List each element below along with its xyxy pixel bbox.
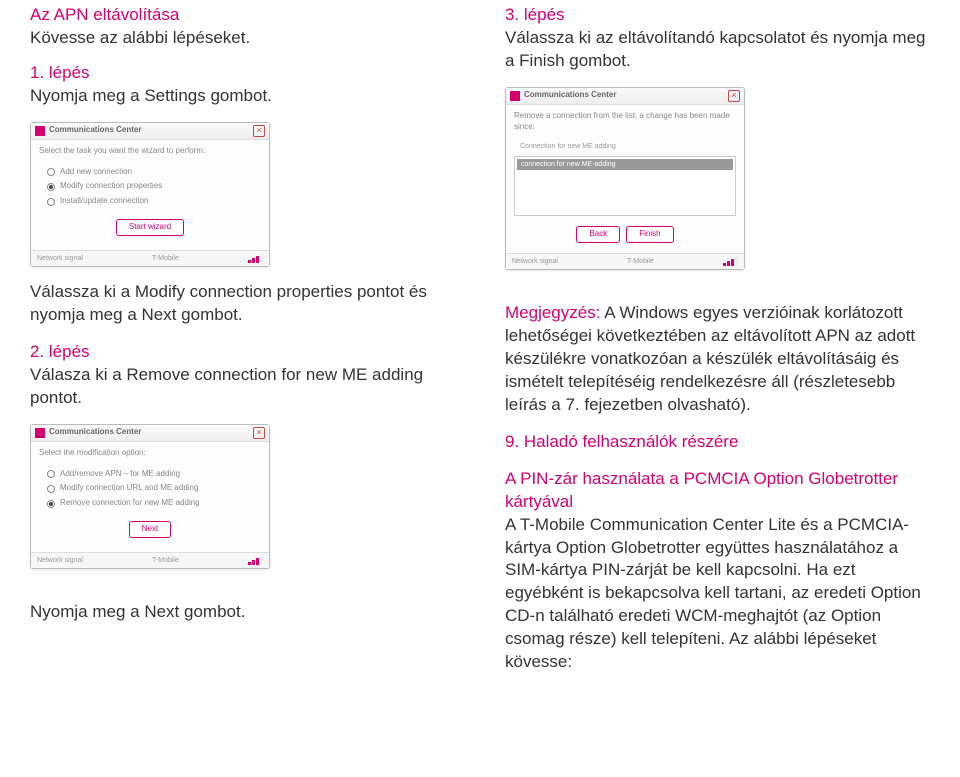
pin-lock-block: A PIN-zár használata a PCMCIA Option Glo… xyxy=(505,468,930,674)
close-icon[interactable]: × xyxy=(253,427,265,439)
radio-icon xyxy=(47,500,55,508)
status-signal-label: Network signal xyxy=(37,254,83,263)
dialog-question: Select the modification option: xyxy=(39,448,261,459)
dialog-statusbar: Network signal T-Mobile xyxy=(31,552,269,568)
list-label: Connection for new ME adding xyxy=(514,142,736,151)
step-1: 1. lépés Nyomja meg a Settings gombot. xyxy=(30,62,455,108)
option-remove-connection[interactable]: Remove connection for new ME adding xyxy=(47,498,261,509)
dialog-title-text: Communications Center xyxy=(49,427,253,438)
option-label: Modify connection URL and ME adding xyxy=(60,483,198,494)
signal-icon xyxy=(248,556,263,565)
dialog-body: Select the modification option: Add/remo… xyxy=(31,442,269,552)
signal-icon xyxy=(723,257,738,266)
status-network: T-Mobile xyxy=(152,556,179,565)
option-label: Install/update connection xyxy=(60,196,149,207)
option-label: Add new connection xyxy=(60,167,132,178)
option-add-new[interactable]: Add new connection xyxy=(47,167,261,178)
dialog-titlebar: Communications Center × xyxy=(506,88,744,105)
section-9-heading: 9. Haladó felhasználók részére xyxy=(505,431,930,454)
dialog-titlebar: Communications Center × xyxy=(31,425,269,442)
radio-icon xyxy=(47,470,55,478)
radio-icon xyxy=(47,183,55,191)
step-3-text: Válassza ki az eltávolítandó kapcsolatot… xyxy=(505,27,930,73)
dialog-body: Remove a connection from the list, a cha… xyxy=(506,105,744,253)
dialog-options: Add new connection Modify connection pro… xyxy=(39,167,261,207)
option-install[interactable]: Install/update connection xyxy=(47,196,261,207)
dialog-title-text: Communications Center xyxy=(524,90,728,101)
step-2: 2. lépés Válasza ki a Remove connection … xyxy=(30,341,455,410)
signal-icon xyxy=(248,254,263,263)
list-item[interactable]: connection for new ME-adding xyxy=(517,159,733,170)
next-button[interactable]: Next xyxy=(129,521,171,538)
dialog-options: Add/remove APN – for ME adding Modify co… xyxy=(39,469,261,509)
dialog-titlebar: Communications Center × xyxy=(31,123,269,140)
radio-icon xyxy=(47,168,55,176)
press-next-text: Nyomja meg a Next gombot. xyxy=(30,601,455,624)
finish-button[interactable]: Finish xyxy=(626,226,673,243)
step-2-label: 2. lépés xyxy=(30,341,455,364)
follow-steps-text: Kövesse az alábbi lépéseket. xyxy=(30,27,455,50)
radio-icon xyxy=(47,198,55,206)
option-label: Add/remove APN – for ME adding xyxy=(60,469,180,480)
dialog-title-text: Communications Center xyxy=(49,125,253,136)
option-label: Remove connection for new ME adding xyxy=(60,498,200,509)
modify-connection-para: Válassza ki a Modify connection properti… xyxy=(30,281,455,327)
dialog-question: Select the task you want the wizard to p… xyxy=(39,146,261,157)
step-1-label: 1. lépés xyxy=(30,62,455,85)
step-3: 3. lépés Válassza ki az eltávolítandó ka… xyxy=(505,4,930,73)
note-lead: Megjegyzés: xyxy=(505,303,600,322)
step-3-label: 3. lépés xyxy=(505,4,930,27)
intro-block: Az APN eltávolítása Kövesse az alábbi lé… xyxy=(30,4,455,50)
t-logo-icon xyxy=(35,428,45,438)
option-modify-url[interactable]: Modify connection URL and ME adding xyxy=(47,483,261,494)
step-1-text: Nyomja meg a Settings gombot. xyxy=(30,85,455,108)
remove-apn-heading: Az APN eltávolítása xyxy=(30,4,455,27)
option-modify[interactable]: Modify connection properties xyxy=(47,181,261,192)
t-logo-icon xyxy=(510,91,520,101)
status-network: T-Mobile xyxy=(152,254,179,263)
status-signal-label: Network signal xyxy=(512,257,558,266)
t-logo-icon xyxy=(35,126,45,136)
option-add-remove-apn[interactable]: Add/remove APN – for ME adding xyxy=(47,469,261,480)
pin-lock-heading: A PIN-zár használata a PCMCIA Option Glo… xyxy=(505,468,930,514)
close-icon[interactable]: × xyxy=(728,90,740,102)
step-2-text: Válasza ki a Remove connection for new M… xyxy=(30,364,455,410)
right-column: 3. lépés Válassza ki az eltávolítandó ka… xyxy=(505,4,930,767)
note-paragraph: Megjegyzés: A Windows egyes verzióinak k… xyxy=(505,302,930,417)
start-wizard-button[interactable]: Start wizard xyxy=(116,219,184,236)
status-signal-label: Network signal xyxy=(37,556,83,565)
option-label: Modify connection properties xyxy=(60,181,162,192)
dialog-statusbar: Network signal T-Mobile xyxy=(506,253,744,269)
dialog-statusbar: Network signal T-Mobile xyxy=(31,250,269,266)
pin-lock-body: A T-Mobile Communication Center Lite és … xyxy=(505,514,930,675)
dialog-body: Select the task you want the wizard to p… xyxy=(31,140,269,250)
dialog-settings-wizard: Communications Center × Select the task … xyxy=(30,122,270,267)
status-network: T-Mobile xyxy=(627,257,654,266)
left-column: Az APN eltávolítása Kövesse az alábbi lé… xyxy=(30,4,455,767)
dialog-question: Remove a connection from the list, a cha… xyxy=(514,111,736,133)
close-icon[interactable]: × xyxy=(253,125,265,137)
dialog-modify-options: Communications Center × Select the modif… xyxy=(30,424,270,569)
radio-icon xyxy=(47,485,55,493)
dialog-remove-connection: Communications Center × Remove a connect… xyxy=(505,87,745,270)
back-button[interactable]: Back xyxy=(576,226,620,243)
connection-list[interactable]: connection for new ME-adding xyxy=(514,156,736,216)
